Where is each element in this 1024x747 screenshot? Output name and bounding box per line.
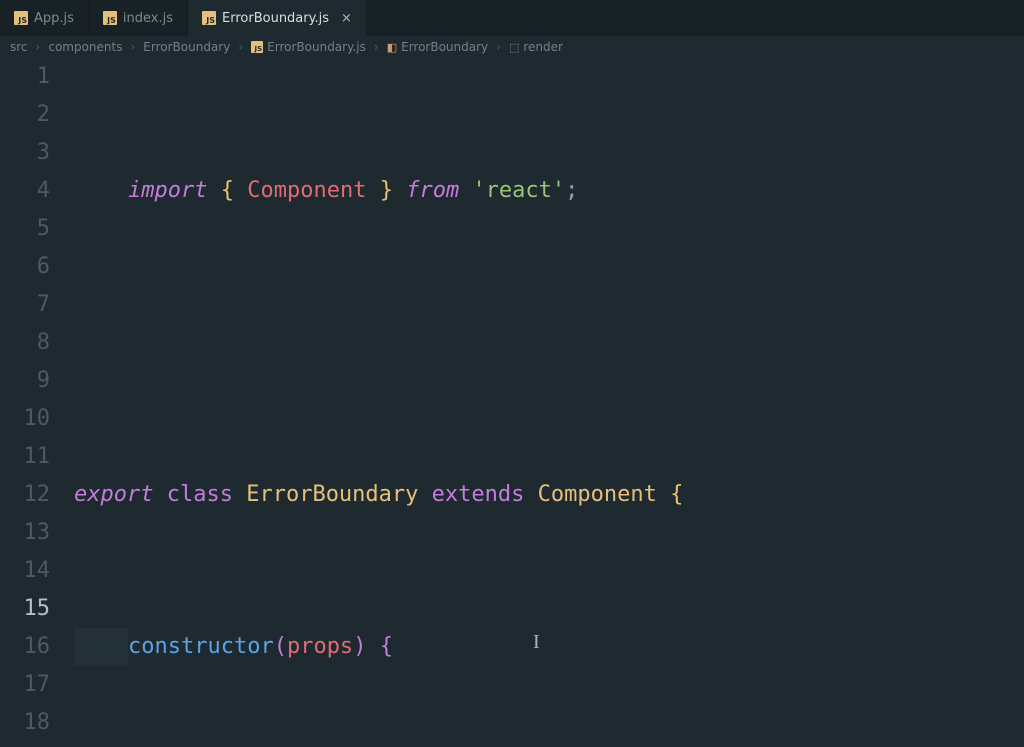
line-number: 16 [0, 628, 50, 666]
line-number: 7 [0, 286, 50, 324]
breadcrumb-item[interactable]: JSErrorBoundary.js [251, 40, 366, 54]
line-number: 4 [0, 172, 50, 210]
chevron-right-icon: › [238, 40, 243, 54]
close-icon[interactable]: × [341, 12, 352, 25]
breadcrumb: src › components › ErrorBoundary › JSErr… [0, 36, 1024, 58]
line-number: 10 [0, 400, 50, 438]
code-line[interactable]: constructor(props) { [68, 628, 1024, 666]
line-number: 13 [0, 514, 50, 552]
code-editor[interactable]: 1 2 3 4 5 6 7 8 9 10 11 12 13 14 15 16 1… [0, 58, 1024, 747]
line-number: 1 [0, 58, 50, 96]
line-number: 5 [0, 210, 50, 248]
line-number: 2 [0, 96, 50, 134]
class-symbol-icon: ◧ [387, 41, 397, 54]
code-area[interactable]: import { Component } from 'react'; expor… [68, 58, 1024, 747]
line-number: 15 [0, 590, 50, 628]
tab-index-js[interactable]: JS index.js [89, 0, 188, 36]
code-line[interactable] [68, 324, 1024, 362]
line-number: 11 [0, 438, 50, 476]
line-number: 18 [0, 704, 50, 742]
breadcrumb-item[interactable]: ◧ErrorBoundary [387, 40, 488, 54]
js-file-icon: JS [14, 11, 28, 25]
tab-errorboundary-js[interactable]: JS ErrorBoundary.js × [188, 0, 367, 36]
breadcrumb-item[interactable]: ErrorBoundary [143, 40, 230, 54]
breadcrumb-item[interactable]: components [48, 40, 122, 54]
breadcrumb-item[interactable]: ⬚render [509, 40, 563, 54]
line-gutter: 1 2 3 4 5 6 7 8 9 10 11 12 13 14 15 16 1… [0, 58, 68, 747]
chevron-right-icon: › [496, 40, 501, 54]
line-number: 9 [0, 362, 50, 400]
tab-label: index.js [123, 11, 173, 26]
line-number: 3 [0, 134, 50, 172]
js-file-icon: JS [103, 11, 117, 25]
line-number: 6 [0, 248, 50, 286]
code-line[interactable]: export class ErrorBoundary extends Compo… [68, 476, 1024, 514]
line-number: 17 [0, 666, 50, 704]
breadcrumb-item[interactable]: src [10, 40, 28, 54]
tab-label: App.js [34, 11, 74, 26]
js-file-icon: JS [251, 41, 263, 53]
tab-bar: JS App.js JS index.js JS ErrorBoundary.j… [0, 0, 1024, 36]
js-file-icon: JS [202, 11, 216, 25]
method-symbol-icon: ⬚ [509, 41, 519, 54]
tab-app-js[interactable]: JS App.js [0, 0, 89, 36]
i-beam-cursor-icon: I [533, 623, 535, 645]
line-number: 14 [0, 552, 50, 590]
tab-label: ErrorBoundary.js [222, 11, 329, 26]
chevron-right-icon: › [36, 40, 41, 54]
chevron-right-icon: › [130, 40, 135, 54]
line-number: 8 [0, 324, 50, 362]
line-number: 12 [0, 476, 50, 514]
code-line[interactable]: import { Component } from 'react'; [68, 172, 1024, 210]
chevron-right-icon: › [374, 40, 379, 54]
